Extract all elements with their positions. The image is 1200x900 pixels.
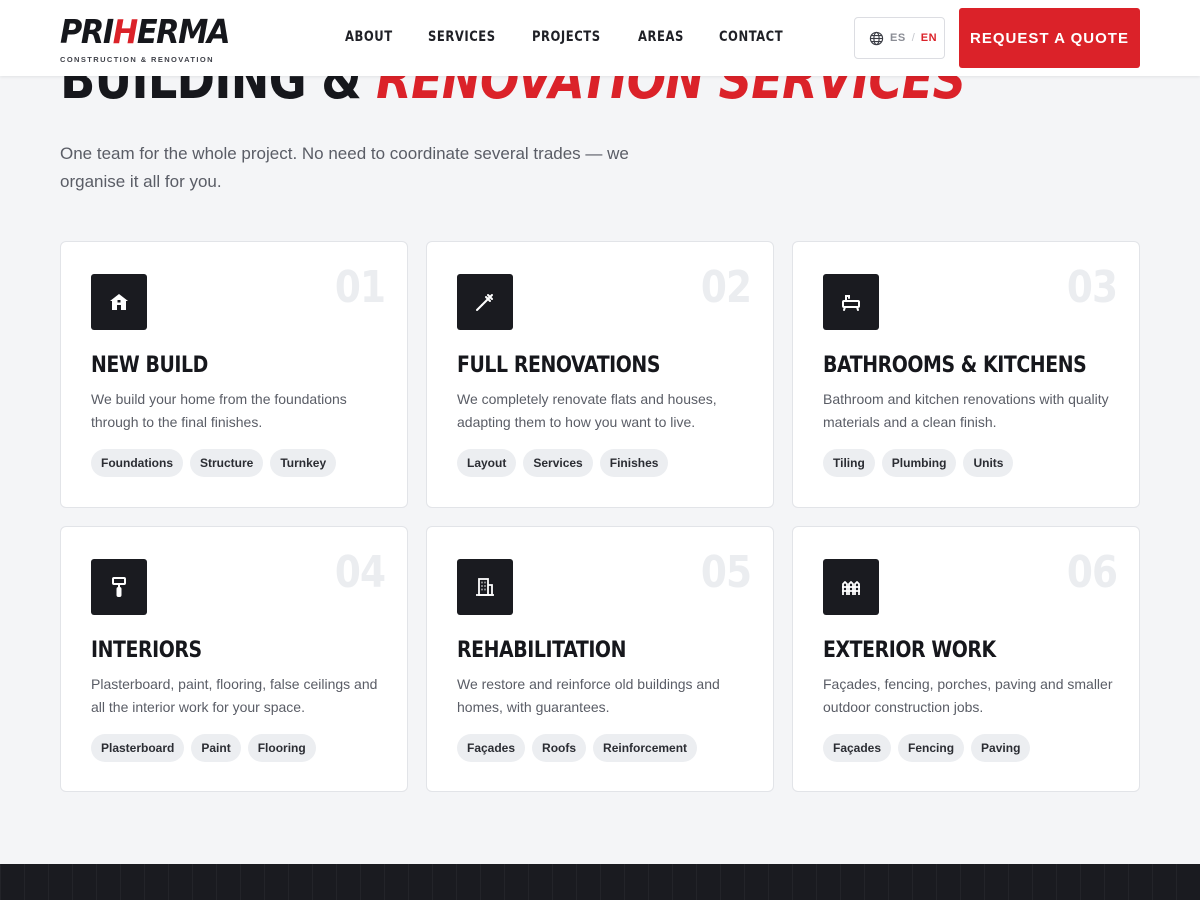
- tag: Roofs: [532, 734, 587, 762]
- tag: Units: [963, 449, 1014, 477]
- card-tags: Layout Services Finishes: [457, 449, 669, 477]
- card-number: 04: [334, 547, 386, 598]
- card-tags: Façades Fencing Paving: [823, 734, 1031, 762]
- service-card-new-build[interactable]: 01 NEW BUILD We build your home from the…: [60, 241, 408, 508]
- card-description: Façades, fencing, porches, paving and sm…: [823, 676, 1113, 715]
- card-tags: Tiling Plumbing Units: [823, 449, 1014, 477]
- services-grid: 01 NEW BUILD We build your home from the…: [60, 241, 1140, 792]
- tag: Structure: [190, 449, 264, 477]
- main-nav: ABOUT SERVICES PROJECTS AREAS CONTACT: [345, 28, 789, 46]
- nav-about[interactable]: ABOUT: [345, 28, 393, 46]
- card-number: 02: [700, 262, 752, 313]
- lang-option-en[interactable]: EN: [921, 32, 937, 44]
- tag: Façades: [823, 734, 892, 762]
- logo-wordmark: PRIHERMA: [60, 12, 231, 51]
- card-tags: Plasterboard Paint Flooring: [91, 734, 316, 762]
- card-description: We completely renovate flats and houses,…: [457, 391, 717, 430]
- tag: Paint: [191, 734, 241, 762]
- tag: Finishes: [599, 449, 669, 477]
- nav-contact[interactable]: CONTACT: [719, 28, 783, 46]
- card-number: 05: [700, 547, 752, 598]
- lang-separator: /: [911, 32, 915, 44]
- tag: Plasterboard: [91, 734, 185, 762]
- card-tags: Foundations Structure Turnkey: [91, 449, 337, 477]
- request-quote-button[interactable]: REQUEST A QUOTE: [959, 8, 1140, 68]
- fence-icon: [823, 559, 879, 615]
- nav-projects[interactable]: PROJECTS: [532, 28, 601, 46]
- tag: Turnkey: [270, 449, 337, 477]
- service-card-interiors[interactable]: 04 INTERIORS Plasterboard, paint, floori…: [60, 526, 408, 792]
- card-title: EXTERIOR WORK: [823, 638, 996, 663]
- service-card-full-renovations[interactable]: 02 FULL RENOVATIONS We completely renova…: [426, 241, 774, 508]
- card-description: Plasterboard, paint, flooring, false cei…: [91, 676, 378, 715]
- card-number: 06: [1066, 547, 1118, 598]
- footer-band: [0, 864, 1200, 900]
- card-description: We restore and reinforce old buildings a…: [457, 676, 720, 715]
- nav-services[interactable]: SERVICES: [428, 28, 496, 46]
- language-switcher[interactable]: ES / EN: [854, 17, 945, 59]
- tag: Fencing: [898, 734, 965, 762]
- bathtub-icon: [823, 274, 879, 330]
- card-number: 03: [1066, 262, 1118, 313]
- tag: Flooring: [247, 734, 316, 762]
- card-title: REHABILITATION: [457, 638, 626, 663]
- paint-roller-icon: [91, 559, 147, 615]
- globe-icon: [869, 31, 884, 45]
- card-tags: Façades Roofs Reinforcement: [457, 734, 698, 762]
- building-icon: [457, 559, 513, 615]
- tag: Paving: [971, 734, 1031, 762]
- tag: Foundations: [91, 449, 183, 477]
- logo-tagline: CONSTRUCTION & RENOVATION: [60, 55, 214, 64]
- tag: Façades: [457, 734, 526, 762]
- site-header: PRIHERMA CONSTRUCTION & RENOVATION ABOUT…: [0, 0, 1200, 76]
- service-card-rehabilitation[interactable]: 05 REHABILITATION We restore and reinfor…: [426, 526, 774, 792]
- card-title: BATHROOMS & KITCHENS: [823, 353, 1087, 378]
- nav-areas[interactable]: AREAS: [638, 28, 684, 46]
- tag: Tiling: [823, 449, 875, 477]
- card-description: Bathroom and kitchen renovations with qu…: [823, 391, 1109, 430]
- service-card-exterior-work[interactable]: 06 EXTERIOR WORK Façades, fencing, porch…: [792, 526, 1140, 792]
- card-title: FULL RENOVATIONS: [457, 353, 661, 378]
- tag: Layout: [457, 449, 517, 477]
- hero-subtitle: One team for the whole project. No need …: [60, 144, 629, 191]
- tag: Reinforcement: [593, 734, 698, 762]
- lang-option-es[interactable]: ES: [890, 32, 906, 44]
- logo[interactable]: PRIHERMA CONSTRUCTION & RENOVATION: [60, 12, 231, 66]
- trowel-icon: [457, 274, 513, 330]
- tag: Plumbing: [881, 449, 957, 477]
- house-icon: [91, 274, 147, 330]
- card-title: NEW BUILD: [91, 353, 208, 378]
- card-title: INTERIORS: [91, 638, 202, 663]
- service-card-bathrooms-kitchens[interactable]: 03 BATHROOMS & KITCHENS Bathroom and kit…: [792, 241, 1140, 508]
- card-description: We build your home from the foundations …: [91, 391, 347, 430]
- card-number: 01: [334, 262, 386, 313]
- tag: Services: [523, 449, 593, 477]
